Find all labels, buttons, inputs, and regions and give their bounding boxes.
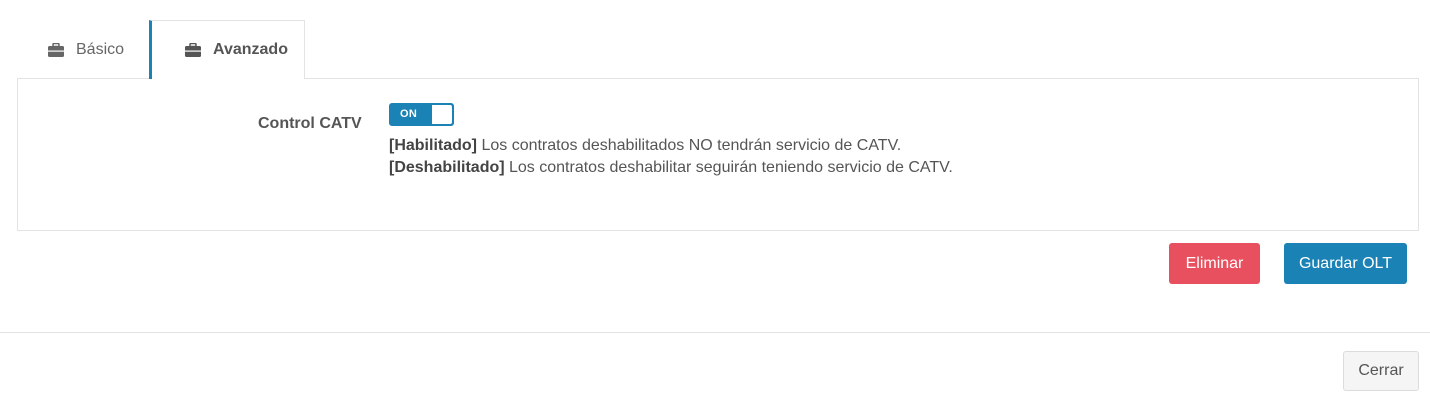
tab-basico[interactable]: Básico <box>17 20 150 79</box>
toggle-on-text: ON <box>400 108 418 120</box>
help-disabled-tag: [Deshabilitado] <box>389 159 505 176</box>
toggle-knob <box>432 105 452 124</box>
help-enabled-tag: [Habilitado] <box>389 137 477 154</box>
help-disabled-text: Los contratos deshabilitar seguirán teni… <box>504 159 953 176</box>
briefcase-icon <box>185 43 201 57</box>
tab-avanzado[interactable]: Avanzado <box>149 20 305 79</box>
advanced-panel: Control CATV ON [Habilitado] Los contrat… <box>17 78 1419 231</box>
save-olt-button[interactable]: Guardar OLT <box>1284 243 1407 284</box>
tab-avanzado-label: Avanzado <box>213 41 288 58</box>
tab-bar: Básico Avanzado <box>17 20 1419 79</box>
help-enabled-text: Los contratos deshabilitados NO tendrán … <box>477 137 902 154</box>
control-catv-toggle[interactable]: ON <box>389 103 454 126</box>
control-catv-help: [Habilitado] Los contratos deshabilitado… <box>389 135 953 179</box>
control-catv-label: Control CATV <box>258 115 362 132</box>
help-line-disabled: [Deshabilitado] Los contratos deshabilit… <box>389 157 953 179</box>
delete-button[interactable]: Eliminar <box>1169 243 1260 284</box>
close-button[interactable]: Cerrar <box>1343 351 1419 391</box>
tab-basico-label: Básico <box>76 40 125 58</box>
help-line-enabled: [Habilitado] Los contratos deshabilitado… <box>389 135 953 157</box>
briefcase-icon <box>48 42 64 57</box>
modal-footer-divider <box>0 332 1430 333</box>
